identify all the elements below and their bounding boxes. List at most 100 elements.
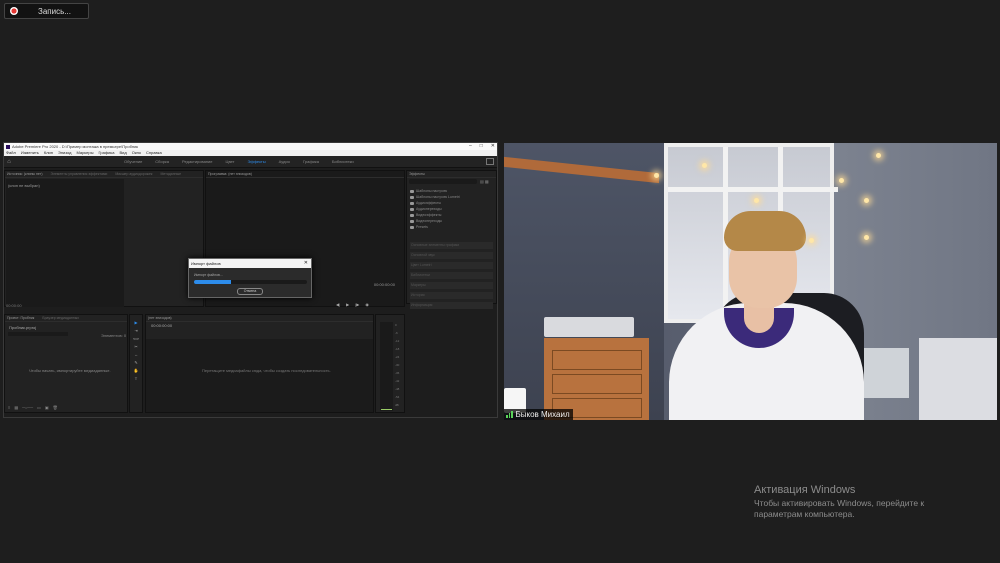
trash-icon[interactable]: 🗑 xyxy=(53,405,58,410)
track-select-icon[interactable]: ⇥ xyxy=(133,328,139,333)
tab-effects[interactable]: Эффекты xyxy=(409,171,425,177)
audio-meter xyxy=(380,322,393,411)
ripple-edit-icon[interactable]: ⟺ xyxy=(133,336,139,341)
import-progress-bar xyxy=(194,280,307,284)
workspace-tab-graphics[interactable]: Графика xyxy=(303,159,319,164)
import-status-text: Импорт файлов... xyxy=(194,273,223,277)
project-empty-hint: Чтобы начать, импортируйте медиаданные. xyxy=(29,368,111,373)
window-titlebar: Adobe Premiere Pro 2020 - D:\Пример монт… xyxy=(4,143,497,150)
panel-menu-icon[interactable] xyxy=(486,158,494,165)
record-icon xyxy=(10,7,18,15)
tab-media-browser[interactable]: Браузер медиаданных xyxy=(42,315,79,321)
step-forward-icon[interactable]: |▶ xyxy=(355,302,359,307)
meter-tick: -42 xyxy=(395,379,400,383)
slip-tool-icon[interactable]: ↔ xyxy=(133,352,139,357)
icon-view-icon[interactable]: ▦ xyxy=(14,405,18,410)
workspace-tab-learning[interactable]: Обучение xyxy=(124,159,142,164)
list-view-icon[interactable]: ≡ xyxy=(8,405,10,410)
import-dialog[interactable]: Импорт файлов ✕ Импорт файлов... Отмена xyxy=(188,258,312,298)
webcam-video[interactable] xyxy=(504,143,997,420)
effects-folder[interactable]: Шаблоны настроек Lumetri xyxy=(410,195,460,199)
panel-lumetri-color[interactable]: Цвет Lumetri xyxy=(410,262,493,269)
timeline-panel[interactable]: (нет эпизодов) 00:00:00:00 Перетащите ме… xyxy=(145,314,374,413)
tab-effect-controls[interactable]: Элементы управления эффектами xyxy=(51,171,108,177)
effects-folder[interactable]: Аудиопереходы xyxy=(410,207,442,211)
project-file-name: Пробник.prproj xyxy=(9,325,37,330)
activation-body: Чтобы активировать Windows, перейдите к … xyxy=(754,498,925,519)
program-timecode: 00:00:00:00 xyxy=(373,282,395,287)
pen-tool-icon[interactable]: ✎ xyxy=(133,360,139,365)
effects-folder[interactable]: Аудиоэффекты xyxy=(410,201,441,205)
effects-folder[interactable]: Шаблоны настроек xyxy=(410,189,447,193)
workspace-tab-assembly[interactable]: Сборка xyxy=(155,159,169,164)
new-bin-icon[interactable]: ▭ xyxy=(37,405,41,410)
cancel-button[interactable]: Отмена xyxy=(237,288,263,295)
no-clip-label: (клип не выбран) xyxy=(8,183,40,188)
recording-label: Запись... xyxy=(38,6,71,16)
project-panel[interactable]: Проект: Пробник Браузер медиаданных Проб… xyxy=(4,314,128,413)
effects-folder[interactable]: Видеоэффекты xyxy=(410,213,441,217)
folder-label: Шаблоны настроек xyxy=(416,189,448,193)
folder-icon xyxy=(410,225,414,229)
transport-controls: ◀| ▶ |▶ ◉ xyxy=(336,302,369,307)
workspace-tab-editing[interactable]: Редактирование xyxy=(182,159,212,164)
meter-tick: -48 xyxy=(395,387,400,391)
meter-tick: -54 xyxy=(395,395,400,399)
premiere-logo-icon xyxy=(6,144,10,149)
panel-info[interactable]: Информация xyxy=(410,302,493,309)
workspace-tab-color[interactable]: Цвет xyxy=(225,159,234,164)
panel-markers[interactable]: Маркеры xyxy=(410,282,493,289)
effects-view-icon[interactable]: ▤ ▦ xyxy=(480,179,489,184)
workspace-bar: ⌂ Обучение Сборка Редактирование Цвет Эф… xyxy=(4,156,497,168)
panel-essential-graphics[interactable]: Основные элементы графики xyxy=(410,242,493,249)
hand-tool-icon[interactable]: ✋ xyxy=(133,368,139,373)
zoom-slider[interactable]: ─○── xyxy=(22,405,33,410)
type-tool-icon[interactable]: T xyxy=(133,376,139,381)
effects-folder[interactable]: Видеопереходы xyxy=(410,219,442,223)
folder-label: Шаблоны настроек Lumetri xyxy=(416,195,460,199)
dialog-close-icon[interactable]: ✕ xyxy=(304,259,308,268)
tab-timeline[interactable]: (нет эпизодов) xyxy=(148,315,172,321)
audio-level xyxy=(381,409,392,410)
video-cabinet xyxy=(544,338,649,420)
timeline-drop-area[interactable] xyxy=(146,339,373,412)
source-panel[interactable]: Источник: (клипы нет) Элементы управлени… xyxy=(4,170,204,308)
import-dialog-title: Импорт файлов xyxy=(191,261,221,266)
project-search-input[interactable] xyxy=(8,332,68,336)
folder-label: Аудиопереходы xyxy=(416,207,442,211)
step-back-icon[interactable]: ◀| xyxy=(336,302,340,307)
recording-indicator[interactable]: Запись... xyxy=(4,3,89,19)
video-radiator xyxy=(859,348,909,398)
export-frame-icon[interactable]: ◉ xyxy=(365,302,369,307)
string-light xyxy=(754,198,759,203)
meter-tick: -12 xyxy=(395,339,400,343)
video-printer xyxy=(919,338,997,420)
panel-essential-sound[interactable]: Основной звук xyxy=(410,252,493,259)
folder-icon xyxy=(410,201,414,205)
razor-tool-icon[interactable]: ✂ xyxy=(133,344,139,349)
workspace-tab-libraries[interactable]: Библиотеки xyxy=(332,159,354,164)
import-dialog-header: Импорт файлов ✕ xyxy=(189,259,311,268)
workspace-tab-effects[interactable]: Эффекты xyxy=(247,159,265,164)
minimize-icon[interactable]: – xyxy=(469,143,472,150)
tab-project[interactable]: Проект: Пробник xyxy=(7,315,34,321)
meter-tick: -30 xyxy=(395,363,400,367)
new-item-icon[interactable]: ▣ xyxy=(45,405,49,410)
tab-metadata[interactable]: Метаданные xyxy=(160,171,181,177)
folder-label: Видеопереходы xyxy=(416,219,443,223)
tab-program[interactable]: Программа: (нет эпизодов) xyxy=(208,171,252,177)
maximize-icon[interactable]: □ xyxy=(480,143,483,150)
workspace-tab-audio[interactable]: Аудио xyxy=(279,159,290,164)
timeline-empty-hint: Перетащите медиафайлы сюда, чтобы создат… xyxy=(202,368,331,373)
source-timecode: 00:00:00 xyxy=(6,303,22,308)
play-icon[interactable]: ▶ xyxy=(346,302,349,307)
tab-source[interactable]: Источник: (клипы нет) xyxy=(7,171,43,177)
panel-libraries[interactable]: Библиотеки xyxy=(410,272,493,279)
effects-search-input[interactable] xyxy=(409,179,477,184)
effects-folder[interactable]: Presets xyxy=(410,225,428,229)
home-icon[interactable]: ⌂ xyxy=(4,159,14,165)
selection-tool-icon[interactable]: ▶ xyxy=(133,320,139,325)
panel-history[interactable]: История xyxy=(410,292,493,299)
tab-audio-mixer[interactable]: Микшер аудиодорожек xyxy=(115,171,152,177)
close-icon[interactable]: ✕ xyxy=(491,143,495,150)
